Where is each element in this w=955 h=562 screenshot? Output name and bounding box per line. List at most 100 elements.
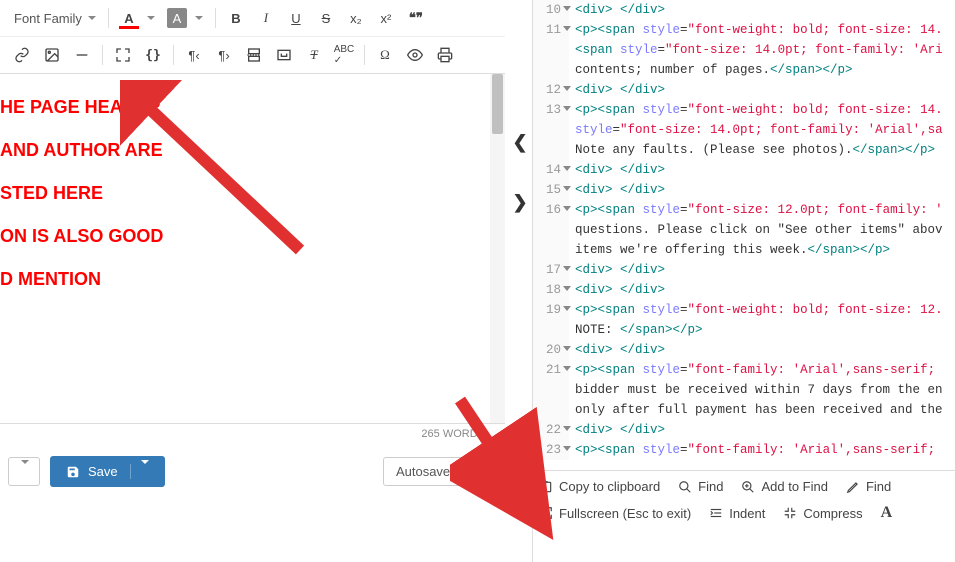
code-area[interactable]: 10<div> </div>11<p><span style="font-wei…	[533, 0, 955, 470]
code-line: 23<p><span style="font-family: 'Arial',s…	[533, 440, 955, 460]
code-actions: Copy to clipboard Find Add to Find Find …	[533, 470, 955, 540]
code-text[interactable]: questions. Please click on "See other it…	[569, 220, 943, 240]
editor-area[interactable]: HE PAGE HEADER AND AUTHOR ARE STED HERE …	[0, 74, 505, 424]
divider	[108, 8, 109, 28]
code-line: NOTE: </span></p>	[533, 320, 955, 340]
code-text[interactable]: <div> </div>	[569, 260, 665, 280]
fold-icon[interactable]	[563, 106, 571, 111]
scrollbar[interactable]	[490, 74, 505, 423]
fold-icon[interactable]	[563, 286, 571, 291]
code-text[interactable]: <div> </div>	[569, 0, 665, 20]
save-split[interactable]	[130, 464, 149, 479]
code-text[interactable]: style="font-size: 14.0pt; font-family: '…	[569, 120, 943, 140]
code-text[interactable]: <p><span style="font-family: 'Arial',san…	[569, 360, 943, 380]
image-button[interactable]	[38, 41, 66, 69]
fold-icon[interactable]	[563, 346, 571, 351]
code-text[interactable]: <div> </div>	[569, 420, 665, 440]
code-text[interactable]: contents; number of pages.</span></p>	[569, 60, 853, 80]
autosave-button[interactable]: Autosave off	[383, 457, 497, 486]
code-text[interactable]: <p><span style="font-weight: bold; font-…	[569, 300, 943, 320]
code-line: 20<div> </div>	[533, 340, 955, 360]
codeview-button[interactable]: {}	[139, 41, 167, 69]
hr-button[interactable]	[68, 41, 96, 69]
compress-button[interactable]: Compress	[783, 504, 862, 522]
code-text[interactable]: <div> </div>	[569, 340, 665, 360]
italic-button[interactable]: I	[252, 4, 280, 32]
code-text[interactable]: Note any faults. (Please see photos).</s…	[569, 140, 935, 160]
rtl-button[interactable]: ¶›	[210, 41, 238, 69]
fold-icon[interactable]	[563, 186, 571, 191]
save-button[interactable]: Save	[50, 456, 165, 487]
word-count: 265 WORDS	[0, 424, 505, 444]
underline-button[interactable]: U	[282, 4, 310, 32]
font-button[interactable]: A	[881, 504, 893, 522]
code-text[interactable]: only after full payment has been receive…	[569, 400, 943, 420]
ltr-button[interactable]: ¶‹	[180, 41, 208, 69]
find-button[interactable]: Find	[678, 479, 723, 494]
code-line: Note any faults. (Please see photos).</s…	[533, 140, 955, 160]
code-line: contents; number of pages.</span></p>	[533, 60, 955, 80]
print-button[interactable]	[431, 41, 459, 69]
editor-panel: Font Family A A B I U S x₂ x² ❝❞	[0, 0, 505, 562]
caret-down-icon[interactable]	[147, 16, 155, 20]
superscript-button[interactable]: x²	[372, 4, 400, 32]
code-text[interactable]: NOTE: </span></p>	[569, 320, 703, 340]
bg-color-button[interactable]: A	[163, 4, 191, 32]
indent-button[interactable]: Indent	[709, 504, 765, 522]
code-text[interactable]: <p><span style="font-size: 12.0pt; font-…	[569, 200, 943, 220]
line-number: 20	[533, 340, 569, 360]
fold-icon[interactable]	[563, 446, 571, 451]
code-text[interactable]: <p><span style="font-family: 'Arial',san…	[569, 440, 943, 460]
code-panel: 10<div> </div>11<p><span style="font-wei…	[532, 0, 955, 562]
fold-icon[interactable]	[563, 6, 571, 11]
preview-button[interactable]	[401, 41, 429, 69]
code-line: 13<p><span style="font-weight: bold; fon…	[533, 100, 955, 120]
fold-icon[interactable]	[563, 266, 571, 271]
caret-down-icon[interactable]	[195, 16, 203, 20]
code-line: questions. Please click on "See other it…	[533, 220, 955, 240]
clear-format-button[interactable]: T	[300, 41, 328, 69]
code-line: 14<div> </div>	[533, 160, 955, 180]
editor-content[interactable]: HE PAGE HEADER AND AUTHOR ARE STED HERE …	[0, 74, 505, 329]
line-number: 13	[533, 100, 569, 120]
fold-icon[interactable]	[563, 426, 571, 431]
code-text[interactable]: <p><span style="font-weight: bold; font-…	[569, 100, 943, 120]
code-text[interactable]: <span style="font-size: 14.0pt; font-fam…	[569, 40, 943, 60]
font-family-dropdown[interactable]: Font Family	[8, 7, 102, 30]
fullscreen-action-button[interactable]: Fullscreen (Esc to exit)	[539, 504, 691, 522]
fold-icon[interactable]	[563, 206, 571, 211]
code-text[interactable]: bidder must be received within 7 days fr…	[569, 380, 943, 400]
font-color-button[interactable]: A	[115, 4, 143, 32]
collapse-left-button[interactable]: ❮	[508, 130, 532, 154]
find-more-button[interactable]: Find	[846, 479, 891, 494]
omega-button[interactable]: Ω	[371, 41, 399, 69]
fold-icon[interactable]	[563, 166, 571, 171]
code-text[interactable]: items we're offering this week.</span></…	[569, 240, 890, 260]
editor-line: ON IS ALSO GOOD	[0, 223, 505, 250]
copy-clipboard-button[interactable]: Copy to clipboard	[539, 479, 660, 494]
action-dropdown[interactable]	[8, 457, 40, 486]
scrollbar-thumb[interactable]	[492, 74, 503, 134]
fold-icon[interactable]	[563, 366, 571, 371]
add-find-button[interactable]: Add to Find	[741, 479, 828, 494]
pagebreak-button[interactable]	[240, 41, 268, 69]
collapse-right-button[interactable]: ❯	[508, 190, 532, 214]
code-text[interactable]: <div> </div>	[569, 80, 665, 100]
strike-button[interactable]: S	[312, 4, 340, 32]
subscript-button[interactable]: x₂	[342, 4, 370, 32]
code-text[interactable]: <div> </div>	[569, 280, 665, 300]
bold-button[interactable]: B	[222, 4, 250, 32]
spellcheck-button[interactable]: ABC✓	[330, 41, 358, 69]
nbsp-button[interactable]	[270, 41, 298, 69]
code-text[interactable]: <div> </div>	[569, 180, 665, 200]
code-line: 11<p><span style="font-weight: bold; fon…	[533, 20, 955, 40]
line-number	[533, 60, 569, 80]
fold-icon[interactable]	[563, 86, 571, 91]
fold-icon[interactable]	[563, 306, 571, 311]
link-button[interactable]	[8, 41, 36, 69]
code-text[interactable]: <div> </div>	[569, 160, 665, 180]
fullscreen-button[interactable]	[109, 41, 137, 69]
blockquote-button[interactable]: ❝❞	[402, 4, 430, 32]
code-text[interactable]: <p><span style="font-weight: bold; font-…	[569, 20, 943, 40]
fold-icon[interactable]	[563, 26, 571, 31]
